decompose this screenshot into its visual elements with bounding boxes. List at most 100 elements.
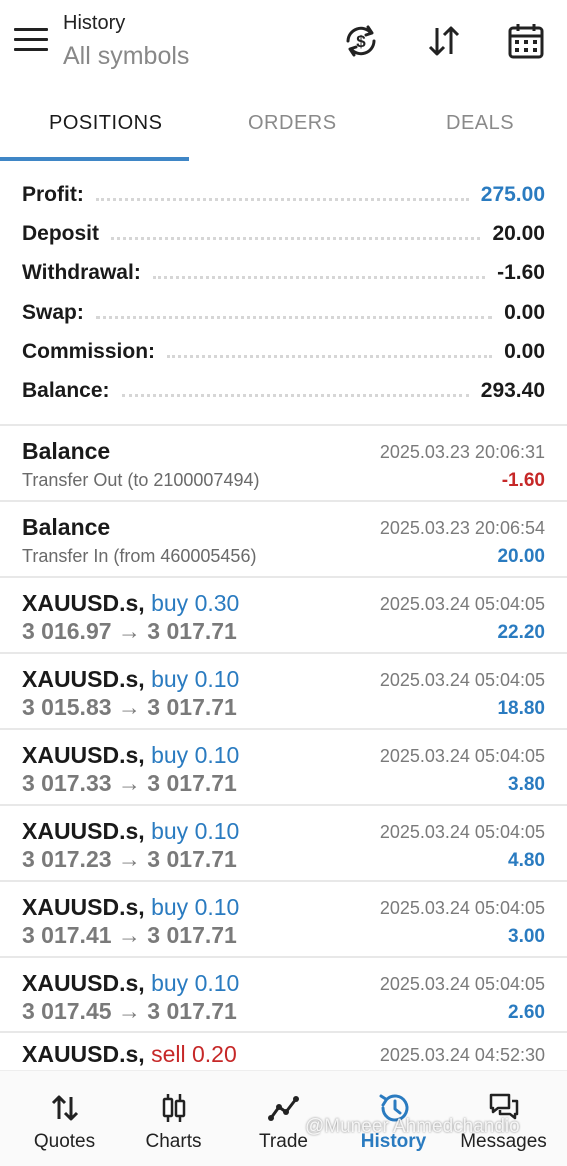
position-side: buy 0.10 — [151, 666, 240, 692]
entry-title: Balance — [22, 514, 111, 540]
summary-label: Commission: — [22, 340, 156, 363]
position-price: 3 017.45 → 3 017.71 — [22, 998, 237, 1024]
position-side: buy 0.10 — [151, 894, 240, 920]
entry-time: 2025.03.23 20:06:31 — [379, 442, 545, 462]
svg-text:$: $ — [356, 32, 366, 51]
summary-row-commission: Commission: 0.00 — [22, 337, 545, 367]
position-profit: 22.20 — [497, 622, 545, 643]
position-symbol: XAUUSD.s, — [22, 894, 145, 920]
charts-icon — [117, 1091, 230, 1125]
position-time: 2025.03.24 05:04:05 — [379, 974, 545, 994]
position-profit: 2.60 — [508, 1002, 545, 1023]
position-side: buy 0.10 — [151, 818, 240, 844]
summary-label: Deposit — [22, 222, 100, 245]
position-title: XAUUSD.s, buy 0.10 — [22, 818, 239, 845]
calendar-icon[interactable] — [505, 20, 547, 62]
position-title: XAUUSD.s, buy 0.10 — [22, 742, 239, 769]
position-side: buy 0.30 — [151, 590, 240, 616]
position-time: 2025.03.24 04:52:30 — [379, 1045, 545, 1065]
entry-amount: -1.60 — [501, 470, 545, 491]
position-row[interactable]: XAUUSD.s, buy 0.10 3 017.33 → 3 017.71 2… — [0, 730, 567, 805]
position-symbol: XAUUSD.s, — [22, 1041, 145, 1067]
position-side: buy 0.10 — [151, 970, 240, 996]
menu-icon[interactable] — [14, 28, 48, 54]
summary-value: 0.00 — [504, 301, 545, 324]
active-tab-indicator — [0, 157, 189, 161]
symbol-filter[interactable]: All symbols — [63, 42, 189, 71]
entry-amount: 20.00 — [497, 546, 545, 567]
summary-value: 20.00 — [492, 222, 545, 245]
position-row[interactable]: XAUUSD.s, buy 0.30 3 016.97 → 3 017.71 2… — [0, 578, 567, 653]
tab-orders[interactable]: ORDERS — [248, 112, 337, 135]
position-row[interactable]: XAUUSD.s, buy 0.10 3 017.45 → 3 017.71 2… — [0, 958, 567, 1033]
entry-detail: Transfer In (from 460005456) — [22, 546, 257, 566]
position-title: XAUUSD.s, sell 0.20 — [22, 1041, 237, 1068]
nav-label: Quotes — [33, 1131, 96, 1152]
currency-exchange-icon[interactable]: $ — [340, 20, 382, 62]
position-profit: 3.80 — [508, 774, 545, 795]
summary-label: Profit: — [22, 183, 84, 206]
nav-quotes[interactable]: Quotes — [8, 1071, 121, 1166]
dot-leader — [95, 197, 469, 201]
summary-value: 0.00 — [504, 340, 545, 363]
nav-label: Charts — [145, 1131, 202, 1152]
position-time: 2025.03.24 05:04:05 — [379, 746, 545, 766]
entry-title: Balance — [22, 438, 111, 464]
position-title: XAUUSD.s, buy 0.10 — [22, 970, 239, 997]
position-symbol: XAUUSD.s, — [22, 818, 145, 844]
position-title: XAUUSD.s, buy 0.30 — [22, 590, 239, 617]
position-price: 3 017.23 → 3 017.71 — [22, 846, 237, 872]
entry-detail: Transfer Out (to 2100007494) — [22, 470, 260, 490]
position-profit: 3.00 — [508, 926, 545, 947]
position-symbol: XAUUSD.s, — [22, 666, 145, 692]
position-time: 2025.03.24 05:04:05 — [379, 594, 545, 614]
position-row[interactable]: XAUUSD.s, buy 0.10 3 015.83 → 3 017.71 2… — [0, 654, 567, 729]
summary-row-swap: Swap: 0.00 — [22, 298, 545, 328]
summary-label: Swap: — [22, 301, 84, 324]
summary-value: 275.00 — [480, 183, 545, 206]
dot-leader — [111, 236, 481, 240]
summary-row-deposit: Deposit 20.00 — [22, 219, 545, 249]
dot-leader — [167, 354, 493, 358]
position-side: sell 0.20 — [151, 1041, 237, 1067]
position-time: 2025.03.24 05:04:05 — [379, 898, 545, 918]
position-price: 3 016.97 → 3 017.71 — [22, 618, 237, 644]
list-item-balance[interactable]: Balance Transfer Out (to 2100007494) 202… — [0, 426, 567, 501]
position-symbol: XAUUSD.s, — [22, 742, 145, 768]
page-title: History — [63, 12, 126, 34]
watermark: @Muneer Ahmedchandio — [305, 1116, 520, 1137]
position-profit: 4.80 — [508, 850, 545, 871]
list-item-balance[interactable]: Balance Transfer In (from 460005456) 202… — [0, 502, 567, 577]
position-row[interactable]: XAUUSD.s, buy 0.10 3 017.23 → 3 017.71 2… — [0, 806, 567, 881]
summary-row-profit: Profit: 275.00 — [22, 180, 545, 210]
position-symbol: XAUUSD.s, — [22, 970, 145, 996]
position-profit: 18.80 — [497, 698, 545, 719]
tab-deals[interactable]: DEALS — [446, 112, 514, 135]
position-price: 3 015.83 → 3 017.71 — [22, 694, 237, 720]
position-symbol: XAUUSD.s, — [22, 590, 145, 616]
tab-positions[interactable]: POSITIONS — [49, 112, 162, 135]
dot-leader — [95, 315, 493, 319]
position-price: 3 017.41 → 3 017.71 — [22, 922, 237, 948]
sort-icon[interactable] — [423, 20, 465, 62]
summary-row-withdrawal: Withdrawal: -1.60 — [22, 258, 545, 288]
summary-value: 293.40 — [480, 379, 545, 402]
position-price: 3 017.33 → 3 017.71 — [22, 770, 237, 796]
nav-charts[interactable]: Charts — [117, 1071, 230, 1166]
position-side: buy 0.10 — [151, 742, 240, 768]
position-time: 2025.03.24 05:04:05 — [379, 670, 545, 690]
quotes-icon — [8, 1091, 121, 1125]
position-title: XAUUSD.s, buy 0.10 — [22, 666, 239, 693]
position-row[interactable]: XAUUSD.s, sell 0.20 2025.03.24 04:52:30 — [0, 1033, 567, 1070]
app-header: History All symbols $ — [0, 0, 567, 88]
summary-value: -1.60 — [497, 261, 545, 284]
entry-time: 2025.03.23 20:06:54 — [379, 518, 545, 538]
summary-label: Withdrawal: — [22, 261, 141, 284]
summary-label: Balance: — [22, 379, 110, 402]
position-row[interactable]: XAUUSD.s, buy 0.10 3 017.41 → 3 017.71 2… — [0, 882, 567, 957]
dot-leader — [121, 393, 469, 397]
dot-leader — [152, 275, 486, 279]
position-title: XAUUSD.s, buy 0.10 — [22, 894, 239, 921]
summary-row-balance: Balance: 293.40 — [22, 376, 545, 406]
tab-bar: POSITIONS ORDERS DEALS — [0, 100, 567, 162]
